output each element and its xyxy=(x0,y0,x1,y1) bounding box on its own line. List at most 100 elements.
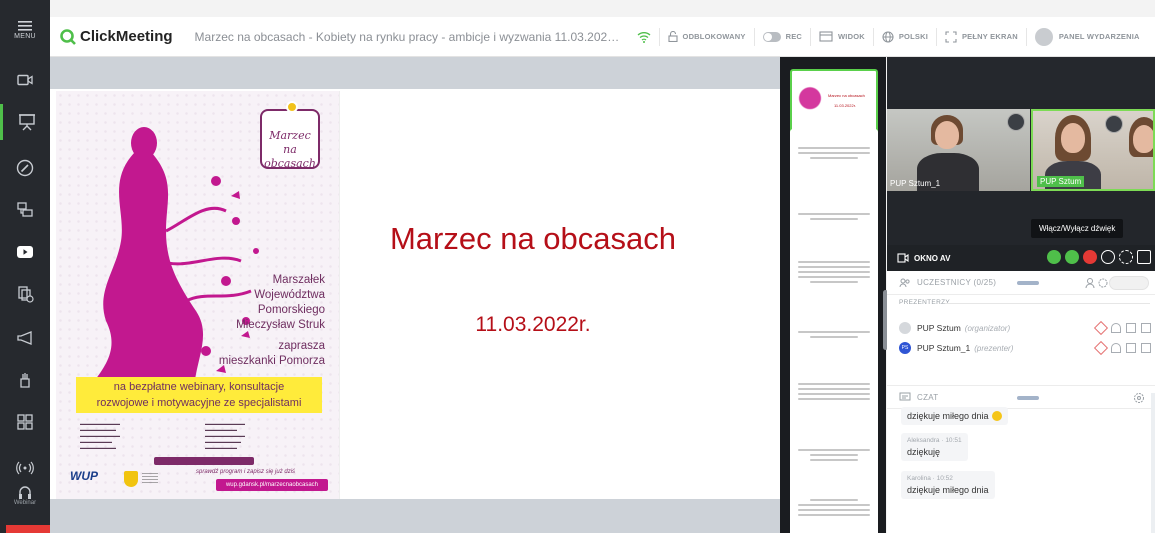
thumbnail-1[interactable]: Marzec na obcasach 11.03.2022r. xyxy=(790,69,878,135)
smile-emoji-icon xyxy=(991,411,1002,421)
hamburger-icon xyxy=(18,21,32,31)
unlock-control[interactable]: ODBLOKOWANY xyxy=(658,27,746,46)
thumbnail-date: 11.03.2022r. xyxy=(834,103,856,108)
thumbnail-text-line xyxy=(798,152,870,154)
presenters-label: PREZENTERZY xyxy=(899,299,950,306)
poster-line: Marszałek xyxy=(272,274,325,286)
video-tile-pup-sztum[interactable]: PUP Sztum xyxy=(1031,109,1155,191)
screen-share-icon xyxy=(17,202,33,217)
presenter-remove-icon[interactable] xyxy=(1093,320,1109,336)
presenter-camera-icon[interactable] xyxy=(1126,323,1136,333)
participant-tools-icon[interactable] xyxy=(1085,277,1109,289)
thumbnail-2[interactable] xyxy=(790,129,878,195)
av-window-icon xyxy=(897,253,909,263)
popout-icon[interactable] xyxy=(1137,250,1151,264)
chat-drag-handle[interactable] xyxy=(1017,396,1039,400)
language-control[interactable]: POLSKI xyxy=(872,27,928,46)
view-control[interactable]: WIDOK xyxy=(810,27,865,46)
participant-face xyxy=(1133,125,1153,153)
poster-url: wup.gdansk.pl/marzecnaobcasach xyxy=(216,479,328,491)
mic-badge-icon[interactable] xyxy=(1007,113,1025,131)
mic-badge-icon[interactable] xyxy=(1105,115,1123,133)
presenter-row[interactable]: PS PUP Sztum_1 (prezenter) xyxy=(899,339,1155,357)
fullscreen-control[interactable]: PEŁNY EKRAN xyxy=(935,27,1018,46)
sidebar-camera-button[interactable] xyxy=(0,62,50,98)
presenter-mic-icon[interactable] xyxy=(1111,343,1121,353)
slide-title: Marzec na obcasach xyxy=(389,221,677,256)
presentation-slide: Marzec na obcasach Marszałek Województwa… xyxy=(50,89,780,499)
presentation-board-icon xyxy=(18,114,35,131)
chat-time: 10:51 xyxy=(945,437,962,444)
poster-tag xyxy=(154,457,254,465)
chat-settings-icon[interactable] xyxy=(1133,392,1145,404)
chat-title: CZAT xyxy=(917,392,939,402)
sidebar-files-button[interactable] xyxy=(0,276,50,312)
globe-icon xyxy=(882,30,894,43)
chat-bubble-icon[interactable] xyxy=(1101,250,1115,264)
thumbnail-title: Marzec na obcasach xyxy=(828,93,865,98)
thumbnail-8[interactable] xyxy=(790,489,878,533)
slide-date: 11.03.2022r. xyxy=(475,313,591,336)
thumbnail-text-line xyxy=(810,336,858,338)
thumbnail-7[interactable] xyxy=(790,429,878,495)
rec-toggle[interactable]: REC xyxy=(753,27,802,46)
grid-layout-icon xyxy=(17,414,33,430)
wup-logo: WUP xyxy=(70,469,98,483)
poster-line: Województwa xyxy=(254,289,325,301)
presenter-name: PUP Sztum xyxy=(917,323,961,333)
presenter-screen-icon[interactable] xyxy=(1141,323,1151,333)
chat-author: Aleksandra xyxy=(907,437,940,444)
event-panel-control[interactable]: PANEL WYDARZENIA xyxy=(1025,27,1140,46)
participants-title: UCZESTNICY (0/25) xyxy=(917,278,997,287)
video-tile-pup-sztum-1[interactable]: PUP Sztum_1 xyxy=(887,109,1030,191)
menu-button[interactable]: MENU xyxy=(0,17,50,57)
presenter-screen-icon[interactable] xyxy=(1141,343,1151,353)
chat-scrollbar[interactable] xyxy=(1151,393,1155,533)
thumbnail-3[interactable] xyxy=(790,189,878,255)
rec-switch[interactable] xyxy=(762,31,781,42)
thumbnail-text-line xyxy=(798,514,870,516)
thumbnail-6[interactable] xyxy=(790,369,878,435)
sidebar-layout-button[interactable] xyxy=(0,404,50,440)
chat-message-text: dziękuje miłego dnia xyxy=(907,485,989,495)
thumbnail-text-line xyxy=(810,218,858,220)
thumbnail-text-line xyxy=(798,449,870,451)
crest-text-lines xyxy=(142,473,158,485)
thumbnail-4[interactable] xyxy=(790,249,878,315)
participants-header[interactable]: UCZESTNICY (0/25) xyxy=(887,271,1155,295)
presenter-remove-icon[interactable] xyxy=(1093,340,1109,356)
right-panel: PUP Sztum_1 PUP Sztum Włącz/Wyłącz dźwię… xyxy=(887,57,1155,533)
fine-print-column: ▬▬▬▬▬▬▬▬▬▬▬▬▬▬▬▬▬▬▬▬▬▬▬▬▬▬▬▬▬▬▬▬▬▬▬▬▬▬▬▬… xyxy=(205,421,245,450)
thumbnail-5[interactable] xyxy=(790,309,878,375)
sidebar-screenshare-button[interactable] xyxy=(0,192,50,228)
stage-top-margin xyxy=(50,57,780,89)
presenter-mic-icon[interactable] xyxy=(1111,323,1121,333)
sidebar-youtube-button[interactable] xyxy=(0,234,50,270)
fine-print-column: ▬▬▬▬▬▬▬▬▬▬▬▬▬▬▬▬▬▬▬▬▬▬▬▬▬▬▬▬▬▬▬▬▬▬▬▬▬▬▬▬… xyxy=(80,421,120,450)
poster-line: Mieczysław Struk xyxy=(236,319,325,331)
megaphone-icon xyxy=(17,331,32,345)
presenter-row[interactable]: PUP Sztum (organizator) xyxy=(899,319,1155,337)
thumbnail-illustration xyxy=(798,83,822,121)
sidebar-cta-button[interactable] xyxy=(0,320,50,356)
thumbnail-text-line xyxy=(810,454,858,456)
microphone-on-icon[interactable] xyxy=(1065,250,1079,264)
presenter-avatar xyxy=(899,322,911,334)
participants-drag-handle[interactable] xyxy=(1017,281,1039,285)
hangup-icon[interactable] xyxy=(1083,250,1097,264)
sidebar-survey-button[interactable] xyxy=(0,362,50,398)
view-layout-icon xyxy=(819,31,833,42)
chat-message: dziękuje miłego dnia xyxy=(901,407,1008,425)
camera-on-icon[interactable] xyxy=(1047,250,1061,264)
participant-search-input[interactable] xyxy=(1109,276,1149,290)
chat-message-text: dziękuje miłego dnia xyxy=(907,411,989,421)
sidebar-presentation-button[interactable] xyxy=(0,104,50,140)
tile-name: PUP Sztum_1 xyxy=(890,179,941,188)
av-window-bar: OKNO AV xyxy=(887,245,1155,271)
presenter-camera-icon[interactable] xyxy=(1126,343,1136,353)
thumbnail-text-line xyxy=(798,393,870,395)
chat-header[interactable]: CZAT xyxy=(887,385,1155,409)
chat-message: Aleksandra · 10:51 dziękuję xyxy=(901,433,968,461)
settings-gear-icon[interactable] xyxy=(1119,250,1133,264)
sidebar-whiteboard-button[interactable] xyxy=(0,150,50,186)
